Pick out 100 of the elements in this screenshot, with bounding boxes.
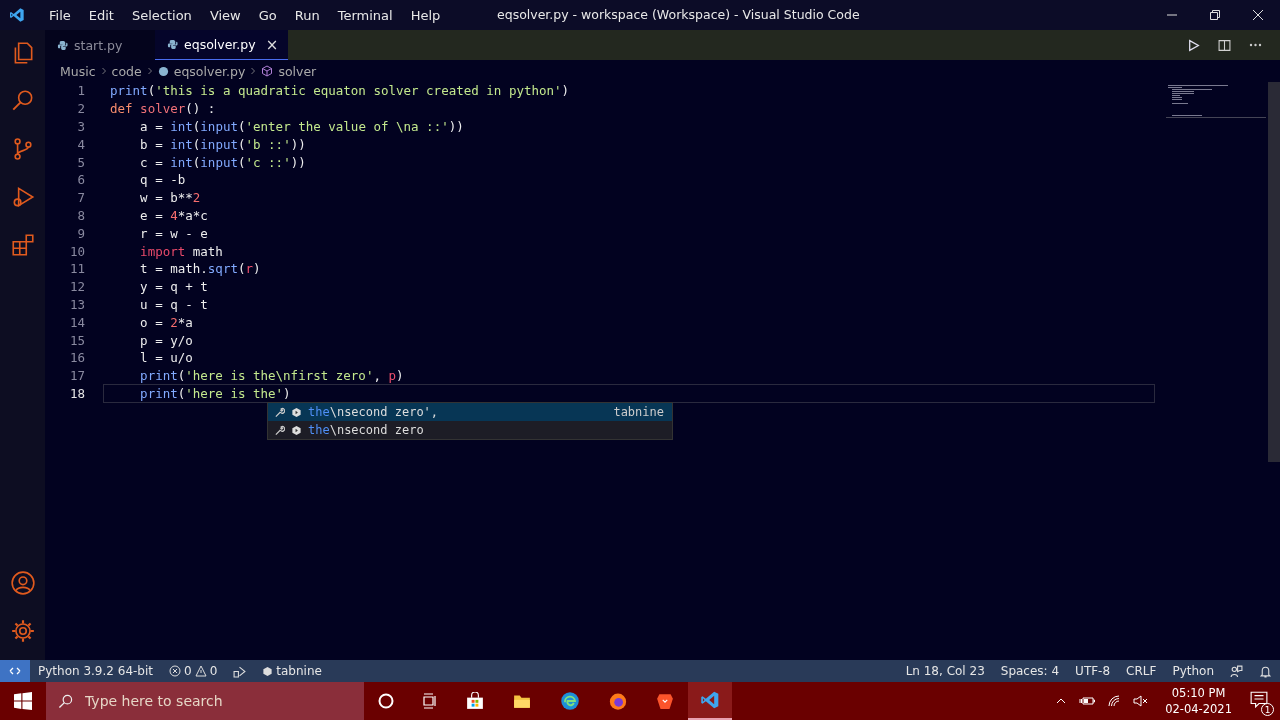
code-line: r = w - e: [139, 225, 208, 241]
more-icon[interactable]: [1249, 43, 1262, 47]
code-line: print('this is a quadratic equaton solver created in python'): [110, 83, 570, 99]
line-number: 2: [76, 101, 85, 117]
taskbar-search-field[interactable]: Type here to search: [83, 692, 347, 710]
code-line: l = u/o: [139, 350, 193, 366]
line-number: 11: [68, 261, 85, 277]
chevron-right-icon: [250, 66, 257, 76]
menu-item[interactable]: Help: [402, 7, 451, 23]
code-line: a = int(input('enter the value of \na ::')): [139, 119, 464, 134]
suggestion-text: the\nsecond zero: [308, 423, 424, 437]
cube-icon: [261, 65, 274, 77]
tabnine-icon: [262, 665, 274, 677]
account-icon[interactable]: [9, 570, 36, 596]
line-ending[interactable]: CRLF: [1126, 664, 1157, 678]
menu-item[interactable]: Selection: [123, 7, 202, 23]
split-editor-icon[interactable]: [1218, 38, 1231, 52]
code-editor-taskbar-button[interactable]: [688, 682, 732, 720]
line-number: 4: [76, 136, 85, 152]
error-count[interactable]: 0: [184, 664, 192, 678]
code-line: o = 2*a: [139, 314, 193, 330]
tab-label: eqsolver.py: [184, 37, 256, 52]
menu-item[interactable]: File: [41, 7, 81, 23]
code-line: t = math.sqrt(r): [139, 261, 261, 277]
line-number: 10: [68, 243, 85, 259]
menu-item[interactable]: View: [201, 7, 251, 23]
line-number: 14: [68, 314, 85, 330]
line-number: 16: [68, 350, 85, 366]
editor-tab[interactable]: eqsolver.py ×: [155, 30, 289, 60]
bell-icon[interactable]: [1259, 664, 1272, 678]
menu-item[interactable]: Run: [286, 7, 330, 23]
warning-icon: [194, 665, 207, 677]
store-icon[interactable]: [466, 692, 484, 710]
suggestion-text: the\nsecond zero',: [308, 405, 439, 419]
chevron-right-icon: [146, 66, 153, 76]
breadcrumb-item[interactable]: code: [111, 63, 142, 79]
python-interpreter[interactable]: Python 3.9.2 64-bit: [38, 664, 153, 678]
line-number: 17: [68, 368, 85, 384]
breadcrumb-item[interactable]: eqsolver.py: [173, 63, 246, 79]
search-icon: [58, 693, 73, 709]
wrench-icon: [274, 406, 285, 418]
edge-browser-icon[interactable]: [560, 691, 580, 711]
chevron-right-icon: [100, 66, 107, 76]
tabnine-icon: [291, 406, 302, 418]
warning-count[interactable]: 0: [209, 664, 218, 678]
firefox-icon[interactable]: [608, 691, 628, 711]
menu-item[interactable]: Edit: [80, 7, 124, 23]
window-title: eqsolver.py - workspace (Workspace) - Visual Studio Code: [497, 7, 860, 22]
code-line: def solver() :: [110, 101, 216, 117]
app-logo-icon: [9, 7, 25, 23]
remote-icon: [9, 665, 21, 677]
code-line: y = q + t: [139, 279, 208, 295]
code-line: e = 4*a*c: [139, 207, 208, 223]
line-number: 5: [76, 154, 85, 170]
indentation[interactable]: Spaces: 4: [1000, 664, 1060, 678]
windows-start-icon[interactable]: [14, 692, 32, 710]
line-number: 15: [68, 332, 85, 348]
suggestion-item[interactable]: the\nsecond zero', tabnine: [268, 403, 672, 421]
notification-badge: 1: [1261, 703, 1274, 716]
encoding[interactable]: UTF-8: [1075, 664, 1111, 678]
clock[interactable]: 05:10 PM 02-04-2021: [1165, 685, 1232, 717]
editor-tab[interactable]: start.py: [45, 30, 155, 60]
line-number: 7: [76, 190, 85, 206]
taskbar-search-box[interactable]: Type here to search: [46, 682, 364, 720]
wifi-icon[interactable]: [1107, 694, 1122, 708]
scrollbar-thumb[interactable]: [1268, 82, 1280, 462]
menu-item[interactable]: Go: [250, 7, 287, 23]
cortana-icon[interactable]: [378, 693, 394, 709]
settings-icon[interactable]: [9, 618, 36, 644]
line-number: 8: [76, 207, 85, 223]
code-line: p = y/o: [139, 332, 193, 348]
line-number: 13: [68, 296, 85, 312]
run-icon[interactable]: [1187, 38, 1200, 52]
line-number: 6: [76, 172, 85, 188]
code-editor-icon: [700, 690, 720, 710]
line-number: 12: [68, 279, 85, 295]
code-line: print('here is the\nfirst zero', p): [139, 368, 404, 384]
breadcrumb-item[interactable]: Music: [60, 63, 96, 79]
menu-item[interactable]: Terminal: [329, 7, 403, 23]
run-file-icon[interactable]: [233, 664, 247, 678]
tab-close-button[interactable]: ×: [265, 35, 279, 54]
folder-icon[interactable]: [512, 692, 532, 710]
notification-icon[interactable]: [1250, 690, 1268, 708]
line-number: 1: [76, 83, 85, 99]
breadcrumb-item[interactable]: solver: [278, 63, 317, 79]
extensions-icon[interactable]: [9, 232, 36, 258]
wrench-icon: [274, 424, 285, 436]
language-mode[interactable]: Python: [1172, 664, 1214, 678]
close-icon[interactable]: [1252, 9, 1264, 21]
task-view-icon[interactable]: [422, 693, 438, 709]
line-number: 9: [76, 225, 85, 241]
cursor-position[interactable]: Ln 18, Col 23: [905, 664, 985, 678]
feedback-icon[interactable]: [1230, 664, 1243, 678]
tabnine-icon: [291, 424, 302, 436]
suggestion-item[interactable]: the\nsecond zero: [268, 421, 672, 439]
speaker-muted-icon[interactable]: [1133, 694, 1150, 708]
tabnine-status[interactable]: tabnine: [276, 664, 322, 678]
restore-icon[interactable]: [1209, 9, 1221, 21]
battery-icon[interactable]: [1079, 695, 1096, 707]
error-icon: [169, 665, 181, 677]
